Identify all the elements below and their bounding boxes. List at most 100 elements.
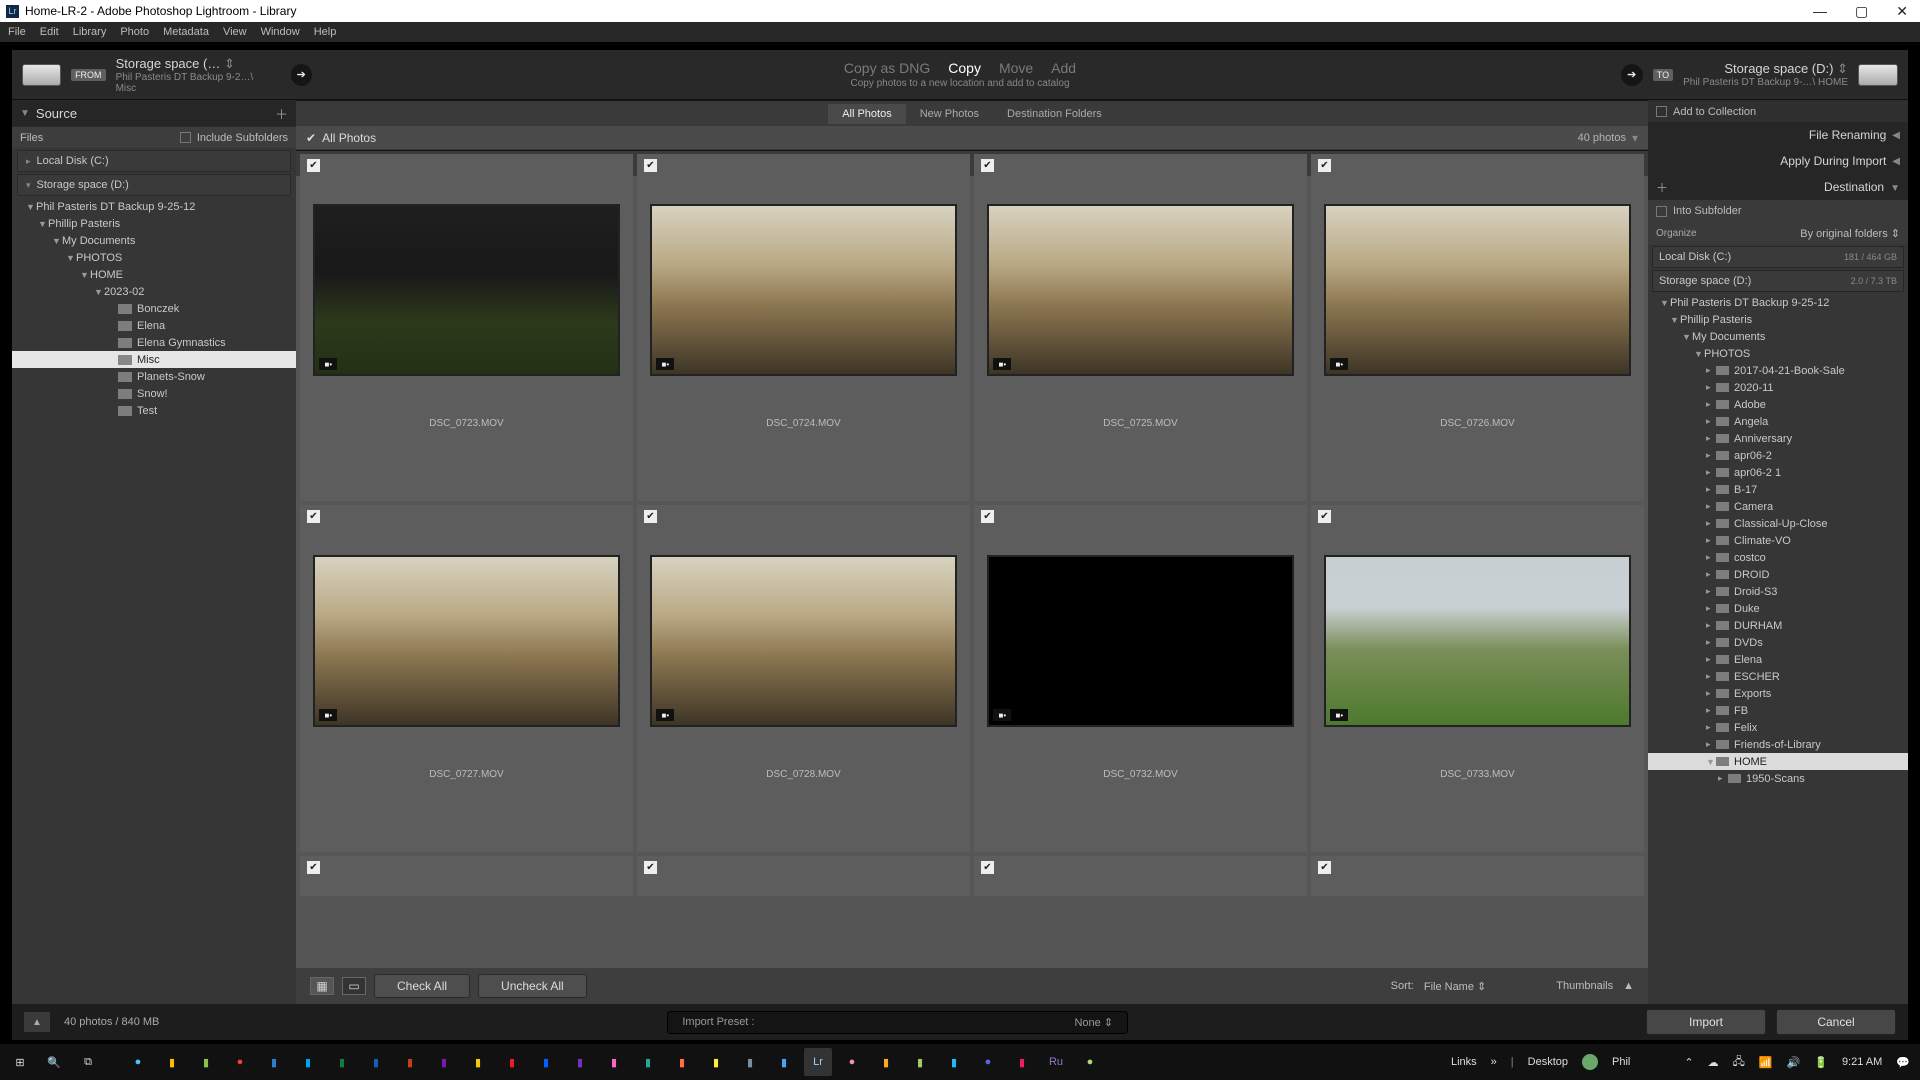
taskbar-app[interactable]: ▮ bbox=[736, 1048, 764, 1076]
to-destination[interactable]: ➔ TO Storage space (D:) ⇕ Phil Pasteris … bbox=[1613, 61, 1908, 88]
thumbnail-checkbox[interactable]: ✔ bbox=[981, 861, 994, 874]
thumbnail-checkbox[interactable]: ✔ bbox=[981, 159, 994, 172]
dest-tree-item[interactable]: ▼Phillip Pasteris bbox=[1648, 311, 1908, 328]
taskbar-app[interactable]: ▮ bbox=[464, 1048, 492, 1076]
thumbnail-checkbox[interactable]: ✔ bbox=[644, 861, 657, 874]
tray-clock[interactable]: 9:21 AM bbox=[1842, 1056, 1882, 1068]
start-button[interactable]: ⊞ bbox=[6, 1048, 34, 1076]
close-button[interactable]: ✕ bbox=[1896, 3, 1908, 20]
taskbar-app[interactable]: ● bbox=[974, 1048, 1002, 1076]
check-all-button[interactable]: Check All bbox=[374, 974, 470, 998]
dest-tree-item[interactable]: ▸2020-11 bbox=[1648, 379, 1908, 396]
thumbnail-checkbox[interactable]: ✔ bbox=[307, 861, 320, 874]
taskbar-app[interactable]: ▮ bbox=[498, 1048, 526, 1076]
thumbnail-cell[interactable]: ✔■•DSC_0733.MOV bbox=[1311, 505, 1644, 852]
organize-row[interactable]: Organize By original folders ⇕ bbox=[1648, 222, 1908, 244]
dest-tree-item[interactable]: ▸Droid-S3 bbox=[1648, 583, 1908, 600]
grid-view-icon[interactable]: ▦ bbox=[310, 977, 334, 995]
dest-tree-item[interactable]: ▸Duke bbox=[1648, 600, 1908, 617]
thumbnail-checkbox[interactable]: ✔ bbox=[644, 159, 657, 172]
check-icon[interactable]: ✔ bbox=[306, 131, 316, 145]
dest-tree-item[interactable]: ▸Exports bbox=[1648, 685, 1908, 702]
dest-volume-c[interactable]: Local Disk (C:)181 / 464 GB bbox=[1652, 246, 1904, 268]
menu-library[interactable]: Library bbox=[73, 26, 107, 38]
taskbar-app[interactable]: ▮ bbox=[328, 1048, 356, 1076]
destination-header[interactable]: ＋ Destination▼ bbox=[1648, 174, 1908, 200]
source-tree-item[interactable]: Misc bbox=[12, 351, 296, 368]
tab-all-photos[interactable]: All Photos bbox=[828, 104, 906, 124]
thumbnail-checkbox[interactable]: ✔ bbox=[307, 510, 320, 523]
import-button[interactable]: Import bbox=[1646, 1009, 1766, 1035]
dest-tree-item[interactable]: ▼Phil Pasteris DT Backup 9-25-12 bbox=[1648, 294, 1908, 311]
into-subfolder-checkbox[interactable] bbox=[1656, 206, 1667, 217]
dest-tree-item[interactable]: ▸Angela bbox=[1648, 413, 1908, 430]
taskbar-app[interactable]: ▮ bbox=[260, 1048, 288, 1076]
mode-add[interactable]: Add bbox=[1051, 60, 1076, 76]
tab-destination-folders[interactable]: Destination Folders bbox=[993, 104, 1116, 124]
dest-tree-item[interactable]: ▼PHOTOS bbox=[1648, 345, 1908, 362]
source-tree-item[interactable]: ▼My Documents bbox=[12, 232, 296, 249]
tray-network-icon[interactable]: 🖧 bbox=[1733, 1053, 1745, 1072]
tray-volume-icon[interactable]: 🔊 bbox=[1787, 1056, 1801, 1069]
user-avatar-icon[interactable] bbox=[1582, 1054, 1598, 1070]
chevron-down-icon[interactable]: ▾ bbox=[1632, 131, 1638, 145]
source-tree-item[interactable]: Elena bbox=[12, 317, 296, 334]
volume-c[interactable]: ▸Local Disk (C:) bbox=[17, 150, 291, 172]
apply-during-import-header[interactable]: Apply During Import◀ bbox=[1648, 148, 1908, 174]
taskbar-app[interactable]: ▮ bbox=[294, 1048, 322, 1076]
taskbar-app[interactable]: ● bbox=[226, 1048, 254, 1076]
taskbar-app[interactable]: ▮ bbox=[430, 1048, 458, 1076]
loupe-view-icon[interactable]: ▭ bbox=[342, 977, 366, 995]
source-tree-item[interactable]: ▼Phillip Pasteris bbox=[12, 215, 296, 232]
file-renaming-header[interactable]: File Renaming◀ bbox=[1648, 122, 1908, 148]
taskbar-app[interactable]: ▮ bbox=[396, 1048, 424, 1076]
task-view-icon[interactable]: ⧉ bbox=[74, 1048, 102, 1076]
dest-tree-item[interactable]: ▸B-17 bbox=[1648, 481, 1908, 498]
thumbnail-cell[interactable]: ✔■•DSC_0726.MOV bbox=[1311, 154, 1644, 501]
taskbar-app[interactable]: ▮ bbox=[872, 1048, 900, 1076]
dest-tree-item[interactable]: ▸DROID bbox=[1648, 566, 1908, 583]
tray-chevron-icon[interactable]: » bbox=[1491, 1056, 1497, 1068]
source-tree-item[interactable]: Planets-Snow bbox=[12, 368, 296, 385]
source-tree-item[interactable]: ▼PHOTOS bbox=[12, 249, 296, 266]
thumbnail-checkbox[interactable]: ✔ bbox=[644, 510, 657, 523]
from-source[interactable]: FROM Storage space (… ⇕ Phil Pasteris DT… bbox=[12, 56, 312, 94]
preset-value[interactable]: None ⇕ bbox=[1074, 1016, 1113, 1029]
taskbar-app[interactable]: ▮ bbox=[600, 1048, 628, 1076]
add-to-collection-row[interactable]: Add to Collection bbox=[1648, 100, 1908, 122]
dest-tree-item[interactable]: ▸1950-Scans bbox=[1648, 770, 1908, 787]
dest-tree-item[interactable]: ▸DURHAM bbox=[1648, 617, 1908, 634]
import-preset[interactable]: Import Preset : None ⇕ bbox=[667, 1011, 1128, 1034]
thumbnail-cell[interactable]: ✔ bbox=[637, 856, 970, 896]
from-arrow-button[interactable]: ➔ bbox=[291, 64, 312, 86]
dest-tree-item[interactable]: ▸Anniversary bbox=[1648, 430, 1908, 447]
minimize-button[interactable]: — bbox=[1813, 3, 1827, 20]
search-icon[interactable]: 🔍 bbox=[40, 1048, 68, 1076]
thumbnail-checkbox[interactable]: ✔ bbox=[1318, 159, 1331, 172]
to-arrow-button[interactable]: ➔ bbox=[1621, 64, 1643, 86]
add-to-collection-checkbox[interactable] bbox=[1656, 106, 1667, 117]
volume-d[interactable]: ▾Storage space (D:) bbox=[17, 174, 291, 196]
dest-tree-item[interactable]: ▸Elena bbox=[1648, 651, 1908, 668]
organize-select[interactable]: By original folders ⇕ bbox=[1800, 227, 1900, 240]
tray-wifi-icon[interactable]: 📶 bbox=[1759, 1056, 1773, 1069]
dest-tree-item[interactable]: ▼My Documents bbox=[1648, 328, 1908, 345]
thumbnail-checkbox[interactable]: ✔ bbox=[981, 510, 994, 523]
include-subfolders-checkbox[interactable] bbox=[180, 132, 191, 143]
source-tree-item[interactable]: ▼HOME bbox=[12, 266, 296, 283]
cancel-button[interactable]: Cancel bbox=[1776, 1009, 1896, 1035]
menu-view[interactable]: View bbox=[223, 26, 247, 38]
dest-tree-item[interactable]: ▸Friends-of-Library bbox=[1648, 736, 1908, 753]
dest-tree-item[interactable]: ▸FB bbox=[1648, 702, 1908, 719]
dest-tree-item[interactable]: ▸DVDs bbox=[1648, 634, 1908, 651]
dest-tree-item[interactable]: ▸Felix bbox=[1648, 719, 1908, 736]
dest-tree-item[interactable]: ▸Climate-VO bbox=[1648, 532, 1908, 549]
dest-tree-item[interactable]: ▸Camera bbox=[1648, 498, 1908, 515]
dest-tree-item[interactable]: ▸ESCHER bbox=[1648, 668, 1908, 685]
thumbnail-checkbox[interactable]: ✔ bbox=[1318, 510, 1331, 523]
mode-copy[interactable]: Copy bbox=[948, 60, 981, 76]
sort-dropdown[interactable]: File Name ⇕ bbox=[1424, 980, 1486, 993]
into-subfolder-row[interactable]: Into Subfolder bbox=[1648, 200, 1908, 222]
taskbar-app[interactable]: ▮ bbox=[702, 1048, 730, 1076]
taskbar-app[interactable]: ▮ bbox=[362, 1048, 390, 1076]
